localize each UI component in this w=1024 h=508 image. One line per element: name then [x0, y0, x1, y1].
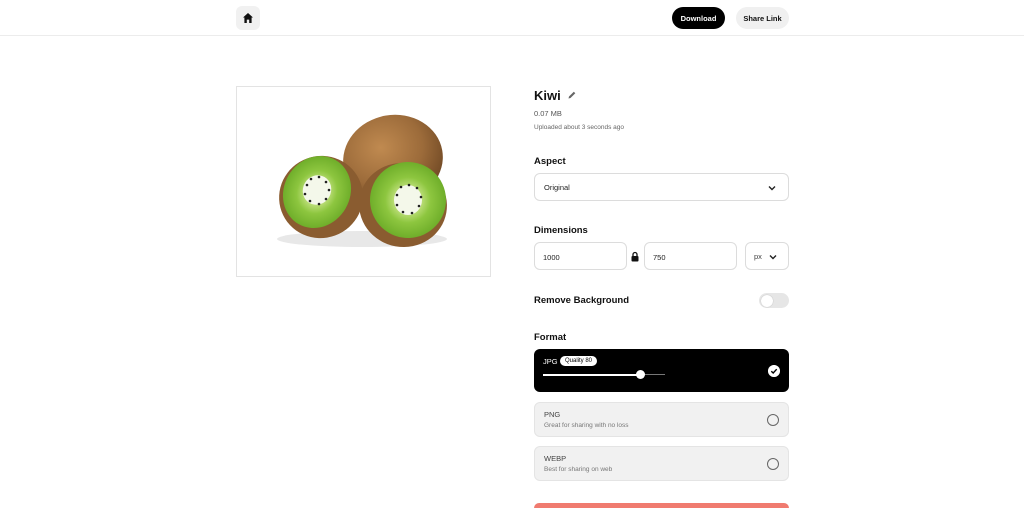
- share-link-button[interactable]: Share Link: [736, 7, 789, 29]
- pencil-icon[interactable]: [567, 90, 577, 100]
- image-preview: [236, 86, 491, 277]
- format-name: WEBP: [544, 454, 567, 463]
- format-option-webp[interactable]: WEBP Best for sharing on web: [534, 446, 789, 481]
- check-icon: [768, 365, 780, 377]
- format-label: Format: [534, 332, 567, 343]
- quality-slider-fill: [543, 373, 641, 376]
- chevron-down-icon: [768, 186, 776, 191]
- chevron-down-icon: [769, 255, 777, 260]
- home-button[interactable]: [236, 6, 260, 30]
- aspect-label: Aspect: [534, 156, 566, 167]
- home-icon: [243, 13, 253, 23]
- convert-button[interactable]: [534, 503, 789, 508]
- unit-value: px: [754, 252, 762, 261]
- width-input[interactable]: [543, 251, 613, 263]
- download-button[interactable]: Download: [672, 7, 725, 29]
- width-field[interactable]: [534, 242, 627, 270]
- unit-select[interactable]: px: [745, 242, 789, 270]
- format-option-png[interactable]: PNG Great for sharing with no loss: [534, 402, 789, 437]
- kiwi-image: [277, 114, 447, 248]
- file-title: Kiwi: [534, 88, 561, 103]
- format-name: JPG: [543, 357, 558, 366]
- toggle-knob: [760, 294, 773, 307]
- height-input[interactable]: [653, 251, 723, 263]
- format-description: Great for sharing with no loss: [544, 422, 629, 429]
- upload-time: Uploaded about 3 seconds ago: [534, 124, 624, 131]
- aspect-select[interactable]: Original: [534, 173, 789, 201]
- dimensions-label: Dimensions: [534, 225, 588, 236]
- format-option-jpg[interactable]: JPG Quality 80: [534, 349, 789, 392]
- top-bar: Download Share Link: [0, 0, 1024, 36]
- quality-badge: Quality 80: [560, 356, 598, 366]
- quality-slider[interactable]: [543, 370, 665, 379]
- lock-icon[interactable]: [630, 251, 640, 262]
- file-size: 0.07 MB: [534, 109, 562, 118]
- remove-background-toggle[interactable]: [759, 293, 789, 308]
- height-field[interactable]: [644, 242, 737, 270]
- format-description: Best for sharing on web: [544, 466, 613, 473]
- radio-button[interactable]: [767, 414, 779, 426]
- remove-background-label: Remove Background: [534, 295, 630, 306]
- radio-button[interactable]: [767, 458, 779, 470]
- quality-slider-thumb[interactable]: [636, 370, 646, 379]
- aspect-value: Original: [544, 183, 570, 192]
- format-name: PNG: [544, 410, 561, 419]
